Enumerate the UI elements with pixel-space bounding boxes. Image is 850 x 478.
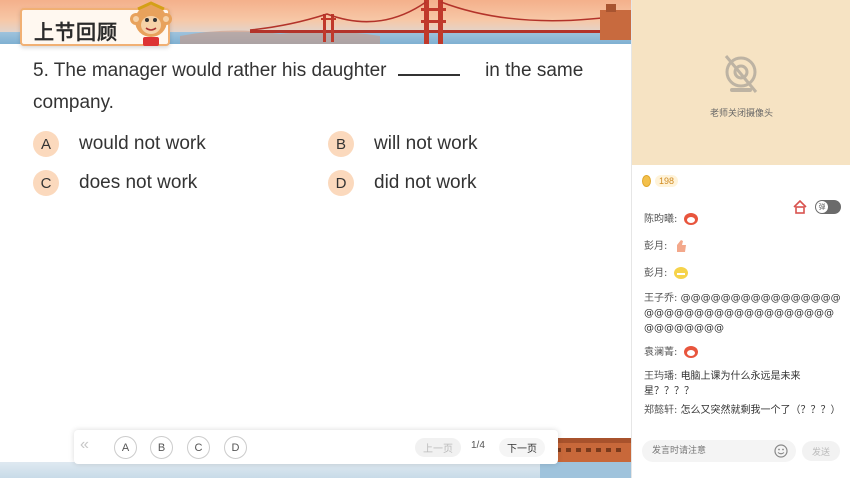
option-c-text: does not work xyxy=(79,172,198,193)
chat-message: 彭月: xyxy=(644,266,842,281)
slide-area: 上节回顾 5. The manager would rather his dau… xyxy=(0,0,631,478)
option-d-text: did not work xyxy=(374,172,477,193)
send-button[interactable]: 发送 xyxy=(802,441,840,461)
grinning-emoji-icon xyxy=(673,267,688,279)
laughing-emoji-icon xyxy=(683,346,698,358)
choice-b-button[interactable]: B xyxy=(150,436,173,459)
camera-status-text: 老师关闭摄像头 xyxy=(709,108,773,118)
chat-message: 王玙璠: 电脑上课为什么永远是未来星？？？？ xyxy=(644,369,842,399)
chat-user: 王玙璠: xyxy=(644,371,678,382)
option-c: C does not work xyxy=(33,170,197,196)
option-a-badge: A xyxy=(33,131,59,157)
next-page-button[interactable]: 下一页 xyxy=(499,438,545,457)
answer-toolbar: « A B C D 上一页 1/4 下一页 xyxy=(74,430,558,464)
answer-blank xyxy=(397,60,460,76)
emoji-picker-icon[interactable] xyxy=(774,444,788,458)
option-b: B will not work xyxy=(328,131,477,157)
question-stem-before: The manager would rather his daughter xyxy=(53,60,387,81)
chat-text: 怎么又突然就剩我一个了（？？？） xyxy=(680,405,841,416)
prev-page-button[interactable]: 上一页 xyxy=(415,438,461,457)
chat-message: 袁澜菁: xyxy=(644,345,842,360)
camera-off-icon xyxy=(724,55,758,93)
side-panel: 老师关闭摄像头 198 弹 陈昀曦: 彭月: 彭月: 王子乔: @@@@@@@@… xyxy=(631,0,850,478)
choice-c-button[interactable]: C xyxy=(187,436,210,459)
chat-message: 彭月: xyxy=(644,239,842,254)
chat-message: 陈昀曦: xyxy=(644,212,842,227)
option-a-text: would not work xyxy=(79,133,206,154)
chat-user: 彭月: xyxy=(644,241,668,252)
bottom-water-decoration xyxy=(0,462,631,478)
laughing-emoji-icon xyxy=(683,213,698,225)
chat-user: 袁澜菁: xyxy=(644,347,678,358)
chat-user: 彭月: xyxy=(644,268,668,279)
chat-user: 王子乔: xyxy=(644,293,678,304)
option-a: A would not work xyxy=(33,131,206,157)
option-b-badge: B xyxy=(328,131,354,157)
chat-input[interactable] xyxy=(652,444,762,458)
question-number: 5. xyxy=(33,60,49,81)
page-indicator: 1/4 xyxy=(471,440,485,451)
teacher-camera-area: 老师关闭摄像头 xyxy=(632,0,850,165)
option-c-badge: C xyxy=(33,170,59,196)
chat-message: 王子乔: @@@@@@@@@@@@@@@@@@@@@@@@@@@@@@@@@@@… xyxy=(644,291,842,336)
choice-a-button[interactable]: A xyxy=(114,436,137,459)
question-text: 5. The manager would rather his daughter… xyxy=(33,55,613,119)
chat-input-wrapper xyxy=(642,440,796,462)
collapse-toolbar-icon[interactable]: « xyxy=(80,436,89,454)
thumbs-up-emoji-icon xyxy=(676,240,686,252)
monkey-mascot-icon xyxy=(130,1,172,46)
coin-icon xyxy=(642,175,651,187)
chat-user: 陈昀曦: xyxy=(644,214,678,225)
chat-user: 郑懿轩: xyxy=(644,405,678,416)
option-d: D did not work xyxy=(328,170,476,196)
choice-d-button[interactable]: D xyxy=(224,436,247,459)
chat-message: 郑懿轩: 怎么又突然就剩我一个了（？？？） xyxy=(644,403,842,418)
coin-counter: 198 xyxy=(642,174,678,188)
section-title: 上节回顾 xyxy=(34,20,118,44)
option-b-text: will not work xyxy=(374,133,478,154)
coin-count: 198 xyxy=(654,175,678,187)
option-d-badge: D xyxy=(328,170,354,196)
